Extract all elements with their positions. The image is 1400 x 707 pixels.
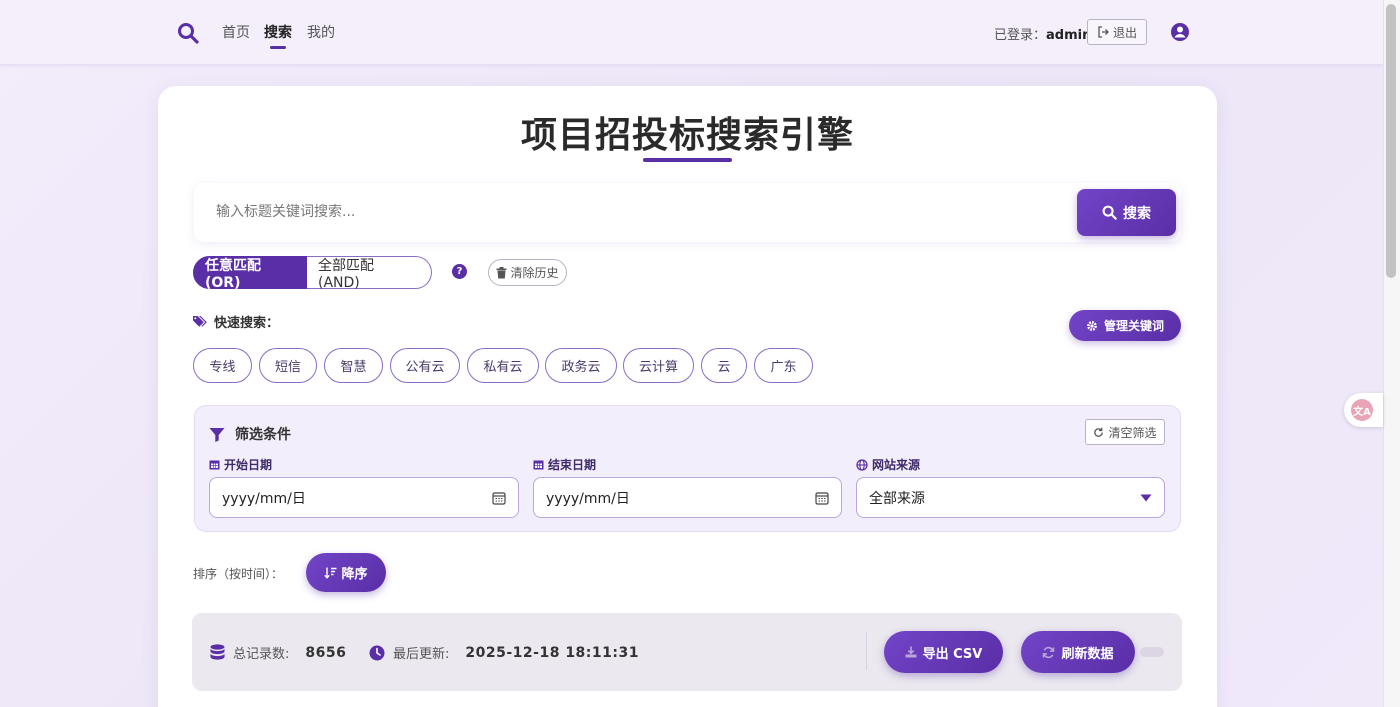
translate-icon: 文A xyxy=(1351,399,1373,421)
search-input[interactable] xyxy=(216,200,1056,224)
sign-out-icon xyxy=(1098,26,1109,38)
refresh-data-button[interactable]: 刷新数据 xyxy=(1021,631,1135,673)
filter-title: 筛选条件 xyxy=(235,427,291,443)
total-records-label: 总记录数: xyxy=(233,647,290,662)
end-date-value: yyyy/mm/日 xyxy=(546,490,630,507)
last-updated-stat: 最后更新: 2025-12-18 18:11:31 xyxy=(369,643,639,662)
clear-history-label: 清除历史 xyxy=(510,266,559,280)
caret-down-icon xyxy=(1140,494,1152,501)
reset-filters-label: 清空筛选 xyxy=(1108,425,1157,440)
total-records-stat: 总记录数: 8656 xyxy=(210,643,346,662)
refresh-data-label: 刷新数据 xyxy=(1061,646,1114,662)
quick-chip[interactable]: 短信 xyxy=(259,348,317,383)
stats-divider xyxy=(866,632,867,670)
start-date-input[interactable]: yyyy/mm/日 xyxy=(209,477,519,518)
source-heading: 网站来源 xyxy=(856,456,920,473)
clear-history-button[interactable]: 清除历史 xyxy=(488,259,567,286)
gear-icon xyxy=(1087,320,1097,331)
filter-heading: 筛选条件 xyxy=(209,424,291,444)
sort-order-label: 降序 xyxy=(341,567,368,582)
source-value: 全部来源 xyxy=(869,490,925,507)
end-date-label: 结束日期 xyxy=(548,458,597,472)
login-prefix: 已登录： xyxy=(994,28,1047,43)
match-any-button[interactable]: 任意匹配 (OR) xyxy=(193,256,307,291)
export-csv-button[interactable]: 导出 CSV xyxy=(884,631,1003,673)
calendar-picker-icon[interactable] xyxy=(492,491,506,505)
source-select[interactable]: 全部来源 xyxy=(856,477,1165,518)
auto-refresh-toggle[interactable] xyxy=(1140,647,1164,657)
quick-chip[interactable]: 云计算 xyxy=(623,348,694,383)
tags-icon xyxy=(193,316,207,327)
search-icon xyxy=(1102,205,1117,220)
quick-chip[interactable]: 公有云 xyxy=(390,348,460,383)
translate-float-button[interactable]: 文A xyxy=(1344,393,1383,427)
filter-icon xyxy=(209,427,225,442)
logout-label: 退出 xyxy=(1112,25,1137,40)
manage-keywords-label: 管理关键词 xyxy=(1103,319,1164,333)
quick-chip[interactable]: 云 xyxy=(701,348,747,383)
end-date-input[interactable]: yyyy/mm/日 xyxy=(533,477,842,518)
export-csv-label: 导出 CSV xyxy=(922,646,983,662)
total-records-value: 8656 xyxy=(305,644,347,661)
title-underline xyxy=(643,158,732,162)
reset-filters-button[interactable]: 清空筛选 xyxy=(1085,419,1165,445)
end-date-heading: 结束日期 xyxy=(533,456,596,473)
match-mode-toggle: 任意匹配 (OR) 全部匹配 (AND) xyxy=(193,256,432,291)
sort-order-button[interactable]: 降序 xyxy=(306,553,386,592)
download-icon xyxy=(905,646,917,658)
login-status: 已登录：admin xyxy=(994,24,1091,43)
trash-icon xyxy=(496,266,507,278)
user-avatar-icon[interactable] xyxy=(1170,22,1190,42)
calendar-icon xyxy=(209,460,220,470)
sort-descending-icon xyxy=(324,567,337,579)
quick-chip[interactable]: 私有云 xyxy=(467,348,539,383)
nav-home-link[interactable]: 首页 xyxy=(222,22,250,42)
source-label: 网站来源 xyxy=(872,458,921,472)
match-all-button[interactable]: 全部匹配 (AND) xyxy=(307,256,432,291)
search-button-label: 搜索 xyxy=(1123,205,1151,222)
logout-button[interactable]: 退出 xyxy=(1087,19,1147,45)
quick-chip[interactable]: 政务云 xyxy=(545,348,617,383)
clock-icon xyxy=(369,645,385,660)
start-date-value: yyyy/mm/日 xyxy=(222,490,306,507)
username: admin xyxy=(1046,28,1092,43)
last-updated-label: 最后更新: xyxy=(393,647,450,662)
search-logo-icon[interactable] xyxy=(176,21,200,45)
quick-chip[interactable]: 广东 xyxy=(754,348,813,383)
last-updated-value: 2025-12-18 18:11:31 xyxy=(465,644,639,661)
quick-search-heading: 快速搜索： xyxy=(193,312,279,331)
refresh-icon xyxy=(1043,646,1055,658)
database-icon xyxy=(210,644,225,660)
page-title: 项目招投标搜索引擎 xyxy=(520,115,854,156)
start-date-heading: 开始日期 xyxy=(209,456,272,473)
calendar-icon xyxy=(533,460,544,470)
nav-mine-link[interactable]: 我的 xyxy=(307,22,335,42)
sort-label: 排序（按时间）： xyxy=(193,567,284,581)
nav-active-indicator xyxy=(270,46,286,49)
start-date-label: 开始日期 xyxy=(224,458,273,472)
search-button[interactable]: 搜索 xyxy=(1077,189,1176,236)
question-circle-icon[interactable]: ? xyxy=(452,264,467,279)
redo-icon xyxy=(1094,427,1104,437)
quick-chip[interactable]: 智慧 xyxy=(324,348,383,383)
quick-search-label: 快速搜索： xyxy=(214,316,280,331)
quick-chip[interactable]: 专线 xyxy=(193,348,252,383)
calendar-picker-icon[interactable] xyxy=(815,491,829,505)
nav-search-link[interactable]: 搜索 xyxy=(264,22,292,42)
page-scrollbar-thumb[interactable] xyxy=(1386,4,1396,278)
manage-keywords-button[interactable]: 管理关键词 xyxy=(1069,310,1181,341)
globe-icon xyxy=(856,458,868,471)
